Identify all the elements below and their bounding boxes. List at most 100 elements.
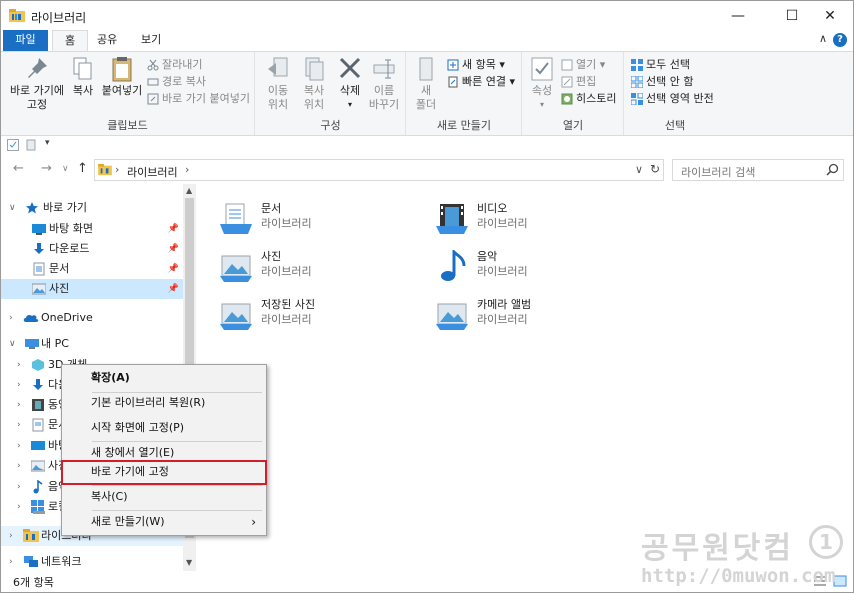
scroll-up-icon[interactable]: ▲ bbox=[186, 186, 192, 195]
easy-access-button[interactable]: 빠른 연결 ▾ bbox=[447, 73, 515, 90]
back-arrow-icon[interactable]: ← bbox=[13, 161, 24, 176]
menu-item-pin-start[interactable]: 시작 화면에 고정(P) bbox=[64, 417, 264, 439]
address-dropdown-icon[interactable]: ∨ bbox=[635, 163, 643, 176]
chevron-down-icon[interactable]: ∨ bbox=[9, 198, 16, 218]
new-item-button[interactable]: 새 항목 ▾ bbox=[447, 56, 505, 73]
history-label: 히스토리 bbox=[576, 92, 617, 105]
search-input[interactable]: 라이브러리 검색 bbox=[672, 159, 844, 181]
pin-label: 바로 가기에 고정 bbox=[9, 84, 65, 111]
chevron-down-icon[interactable]: ∨ bbox=[9, 334, 16, 354]
address-row: ← → ∨ ↑ › 라이브러리 › ∨ ↻ 라이브러리 검색 bbox=[1, 156, 853, 184]
rename-button[interactable]: 이름 바꾸기 bbox=[366, 56, 402, 112]
help-icon[interactable]: ? bbox=[833, 33, 847, 47]
paste-button[interactable]: 붙여넣기 bbox=[101, 56, 143, 98]
new-folder-button[interactable]: 새 폴더 bbox=[413, 56, 439, 112]
library-type: 라이브러리 bbox=[477, 265, 528, 278]
menu-item-restore-libraries[interactable]: 기본 라이브러리 복원(R) bbox=[64, 392, 264, 414]
tab-file[interactable]: 파일 bbox=[3, 30, 48, 51]
chevron-right-icon[interactable]: › bbox=[17, 477, 21, 497]
nav-onedrive[interactable]: › OneDrive bbox=[1, 308, 183, 328]
copy-to-button[interactable]: 복사 위치 bbox=[298, 56, 330, 112]
invert-selection-button[interactable]: 선택 영역 반전 bbox=[630, 90, 714, 107]
open-button[interactable]: 열기 ▾ bbox=[561, 56, 605, 73]
breadcrumb-libraries[interactable]: 라이브러리 bbox=[127, 164, 178, 180]
group-open: 속성 ▾ 열기 ▾ 편집 히스토리 열기 bbox=[523, 52, 624, 135]
properties-button[interactable]: 속성 ▾ bbox=[529, 56, 555, 112]
properties-dropdown-icon[interactable]: ▾ bbox=[529, 98, 555, 112]
cut-button[interactable]: 잘라내기 bbox=[147, 56, 202, 73]
pin-quick-access-button[interactable]: 바로 가기에 고정 bbox=[7, 56, 67, 112]
clipboard-icon bbox=[112, 57, 132, 82]
annotation-highlight-box bbox=[61, 460, 267, 485]
nav-item-desktop[interactable]: 바탕 화면 📌 bbox=[1, 219, 183, 239]
library-item-music[interactable]: 음악 라이브러리 bbox=[434, 246, 634, 286]
tab-share[interactable]: 공유 bbox=[85, 30, 129, 51]
minimize-button[interactable]: — bbox=[715, 1, 761, 31]
recent-dropdown-icon[interactable]: ∨ bbox=[62, 164, 69, 174]
chevron-right-icon[interactable]: › bbox=[9, 552, 13, 572]
library-item-camera-roll[interactable]: 카메라 앨범 라이브러리 bbox=[434, 294, 634, 334]
delete-dropdown-icon[interactable]: ▾ bbox=[336, 98, 364, 112]
copy-to-icon bbox=[305, 57, 324, 81]
properties-label: 속성 bbox=[531, 84, 553, 97]
nav-item-downloads[interactable]: 다운로드 📌 bbox=[1, 239, 183, 259]
select-none-label: 선택 안 함 bbox=[646, 75, 694, 88]
invert-selection-label: 선택 영역 반전 bbox=[646, 92, 714, 105]
select-none-button[interactable]: 선택 안 함 bbox=[630, 73, 694, 90]
film-icon bbox=[32, 399, 44, 411]
nav-item-label: 바탕 화면 bbox=[49, 222, 93, 235]
nav-quick-access[interactable]: ∨ 바로 가기 bbox=[1, 198, 183, 218]
nav-onedrive-label: OneDrive bbox=[41, 311, 93, 324]
library-type: 라이브러리 bbox=[261, 217, 312, 230]
library-item-documents[interactable]: 문서 라이브러리 bbox=[218, 198, 418, 238]
library-name: 문서 bbox=[261, 202, 282, 215]
scroll-down-icon[interactable]: ▼ bbox=[186, 558, 192, 567]
tab-home[interactable]: 홈 bbox=[52, 30, 89, 52]
nav-item-label: 문서 bbox=[49, 262, 70, 275]
chevron-right-icon[interactable]: › bbox=[17, 456, 21, 476]
copy-button[interactable]: 복사 bbox=[69, 56, 97, 98]
chevron-right-icon[interactable]: › bbox=[17, 436, 21, 456]
history-button[interactable]: 히스토리 bbox=[561, 90, 616, 107]
address-bar[interactable]: › 라이브러리 › ∨ ↻ bbox=[94, 159, 664, 181]
up-arrow-icon[interactable]: ↑ bbox=[77, 161, 88, 176]
group-clipboard: 바로 가기에 고정 복사 붙여넣기 잘라내기 경로 복사 바로 가기 붙여넣기 … bbox=[1, 52, 255, 135]
nav-network[interactable]: › 네트워크 bbox=[1, 552, 183, 572]
menu-item-expand[interactable]: 확장(A) bbox=[64, 367, 264, 389]
chevron-right-icon[interactable]: › bbox=[17, 375, 21, 395]
select-all-button[interactable]: 모두 선택 bbox=[631, 56, 690, 73]
nav-item-pictures[interactable]: 사진 📌 bbox=[1, 279, 183, 299]
chevron-right-icon[interactable]: › bbox=[17, 395, 21, 415]
move-to-button[interactable]: 이동 위치 bbox=[262, 56, 294, 112]
chevron-right-icon[interactable]: › bbox=[9, 526, 13, 546]
tab-view[interactable]: 보기 bbox=[129, 30, 173, 51]
refresh-icon[interactable]: ↻ bbox=[650, 162, 660, 176]
library-item-saved-pictures[interactable]: 저장된 사진 라이브러리 bbox=[218, 294, 418, 334]
paste-shortcut-button[interactable]: 바로 가기 붙여넣기 bbox=[147, 90, 250, 107]
library-item-videos[interactable]: 비디오 라이브러리 bbox=[434, 198, 634, 238]
nav-item-documents[interactable]: 문서 📌 bbox=[1, 259, 183, 279]
delete-button[interactable]: 삭제 ▾ bbox=[336, 56, 364, 112]
forward-arrow-icon[interactable]: → bbox=[41, 161, 52, 176]
chevron-up-icon[interactable]: ∧ bbox=[819, 32, 827, 45]
customize-dropdown-icon[interactable]: ▾ bbox=[45, 138, 50, 148]
picture-icon bbox=[31, 460, 45, 472]
chevron-right-icon[interactable]: › bbox=[17, 355, 21, 375]
close-button[interactable]: ✕ bbox=[807, 1, 853, 31]
copy-path-button[interactable]: 경로 복사 bbox=[147, 73, 206, 90]
submenu-arrow-icon: › bbox=[251, 515, 256, 529]
nav-this-pc[interactable]: ∨ 내 PC bbox=[1, 334, 183, 354]
chevron-right-icon[interactable]: › bbox=[9, 308, 13, 328]
library-item-pictures[interactable]: 사진 라이브러리 bbox=[218, 246, 418, 286]
breadcrumb-chevron-icon[interactable]: › bbox=[185, 163, 189, 176]
edit-button[interactable]: 편집 bbox=[561, 73, 596, 90]
properties-small-icon[interactable] bbox=[7, 139, 19, 151]
chevron-right-icon[interactable]: › bbox=[17, 497, 21, 517]
breadcrumb-chevron-icon[interactable]: › bbox=[115, 163, 119, 176]
move-icon bbox=[268, 57, 288, 77]
documents-library-icon bbox=[220, 203, 252, 234]
menu-item-copy[interactable]: 복사(C) bbox=[64, 486, 264, 508]
menu-item-new[interactable]: 새로 만들기(W) › bbox=[64, 511, 264, 533]
chevron-right-icon[interactable]: › bbox=[17, 415, 21, 435]
new-folder-small-icon[interactable] bbox=[25, 139, 37, 151]
